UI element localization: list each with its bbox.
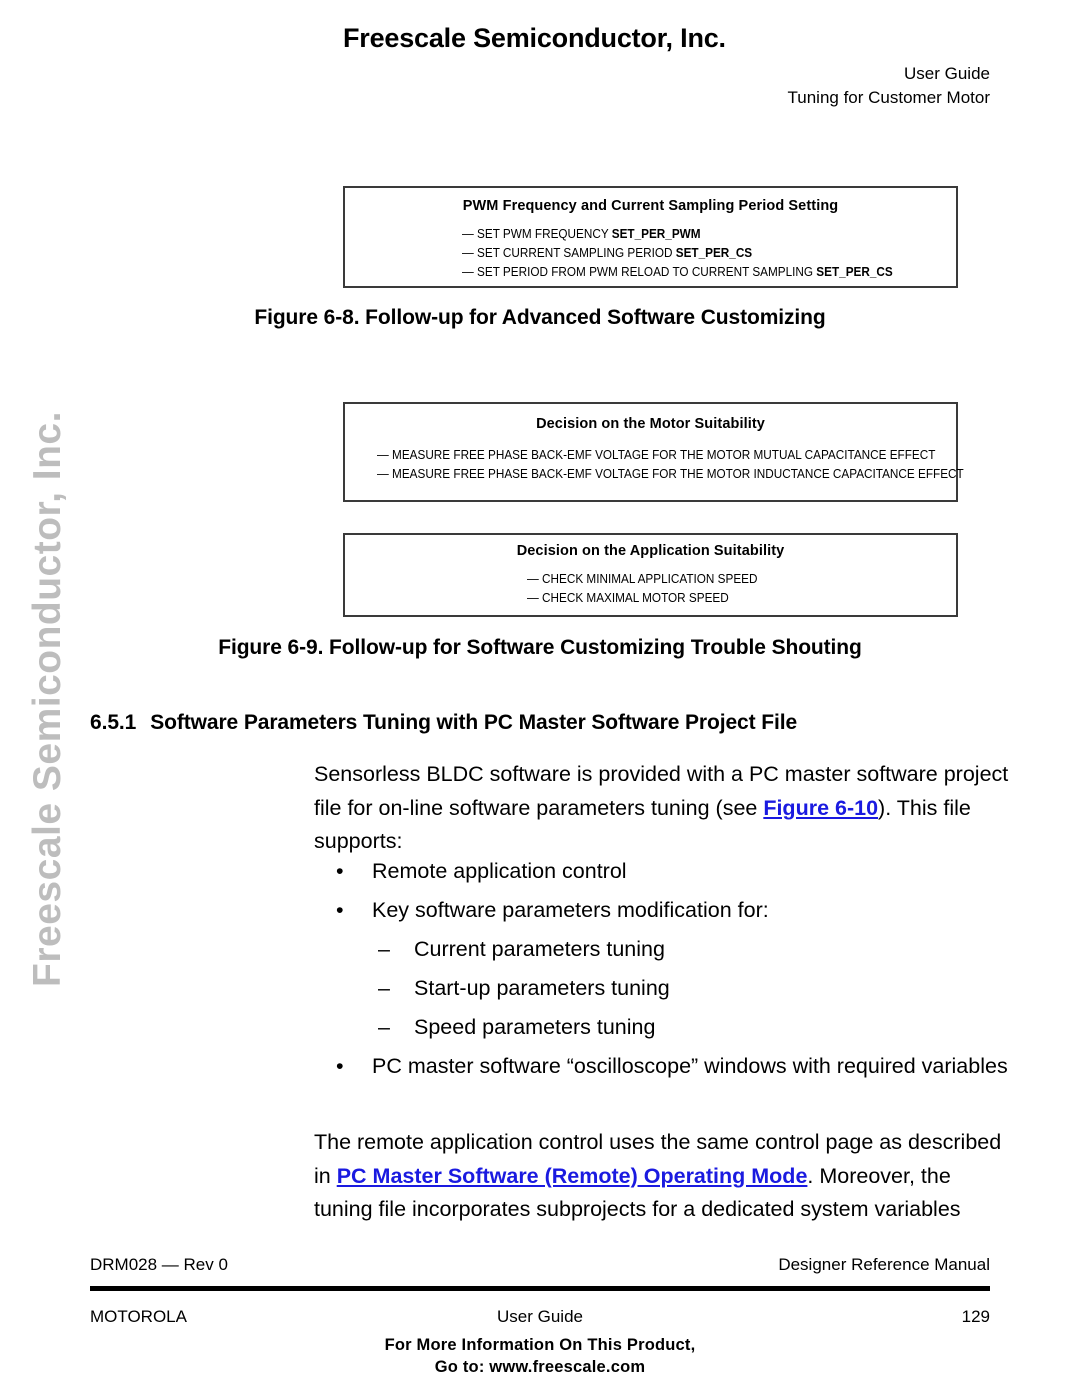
list-item: • PC master software “oscilloscope” wind… <box>314 1050 1034 1083</box>
bullet-dot-icon: • <box>336 1054 344 1078</box>
item-symbol: SET_PER_CS <box>675 246 753 260</box>
list-item: • Key software parameters modification f… <box>314 894 1034 927</box>
footer-bottom-row: MOTOROLA User Guide 129 <box>0 1307 1080 1333</box>
footer-promo-line-2: Go to: www.freescale.com <box>434 1358 646 1376</box>
section-number: 6.5.1 <box>90 711 137 734</box>
feature-bullet-list: • Remote application control • Key softw… <box>314 855 1034 1089</box>
flow-box-title: Decision on the Application Suitability <box>516 543 785 559</box>
bullet-dash-icon: – <box>378 937 390 961</box>
item-text: MEASURE FREE PHASE BACK-EMF VOLTAGE FOR … <box>392 448 936 462</box>
list-item-label: Remote application control <box>372 859 627 883</box>
pc-master-mode-link[interactable]: PC Master Software (Remote) Operating Mo… <box>337 1164 808 1188</box>
item-text: SET PWM FREQUENCY <box>477 227 612 241</box>
item-symbol: SET_PER_PWM <box>611 227 701 241</box>
page-footer: DRM028 — Rev 0 Designer Reference Manual <box>0 1255 1080 1283</box>
list-item: – Speed parameters tuning <box>314 1011 1034 1044</box>
bullet-dot-icon: • <box>336 898 344 922</box>
header-chapter: Tuning for Customer Motor <box>787 88 991 107</box>
flow-box-item: — CHECK MAXIMAL MOTOR SPEED <box>527 589 930 608</box>
flow-box-item: — CHECK MINIMAL APPLICATION SPEED <box>527 570 930 589</box>
item-prefix: — <box>462 246 478 260</box>
section-title: Software Parameters Tuning with PC Maste… <box>150 711 798 734</box>
list-item-label: Key software parameters modification for… <box>372 898 769 922</box>
header-doc-type: User Guide <box>904 64 990 83</box>
item-prefix: — <box>527 591 543 605</box>
paragraph-text: Sensorless BLDC software is provided wit… <box>314 758 1014 859</box>
list-item: • Remote application control <box>314 855 1034 888</box>
section-heading: 6.5.1 Software Parameters Tuning with PC … <box>90 711 797 735</box>
flow-box-item: — SET PWM FREQUENCY SET_PER_PWM <box>462 225 926 244</box>
item-prefix: — <box>462 265 478 279</box>
item-symbol: SET_PER_CS <box>816 265 893 279</box>
paragraph-remote-control: The remote application control uses the … <box>314 1126 1014 1227</box>
flow-box-items: — CHECK MINIMAL APPLICATION SPEED — CHEC… <box>345 570 956 608</box>
item-text: SET CURRENT SAMPLING PERIOD <box>477 246 676 260</box>
footer-promo-line-1: For More Information On This Product, <box>384 1336 696 1354</box>
figure-caption-6-8: Figure 6-8. Follow-up for Advanced Softw… <box>254 306 826 329</box>
flow-box-pwm-frequency: PWM Frequency and Current Sampling Perio… <box>343 186 958 288</box>
flow-box-items: — SET PWM FREQUENCY SET_PER_PWM — SET CU… <box>345 225 956 282</box>
list-item-label: Speed parameters tuning <box>414 1015 656 1039</box>
list-item: – Current parameters tuning <box>314 933 1034 966</box>
side-watermark: Freescale Semiconductor, Inc. <box>0 0 96 1397</box>
side-watermark-text: Freescale Semiconductor, Inc. <box>26 410 69 987</box>
flow-box-application-suitability: Decision on the Application Suitability … <box>343 533 958 617</box>
item-prefix: — <box>377 467 393 481</box>
item-text: SET PERIOD FROM PWM RELOAD TO CURRENT SA… <box>477 265 817 279</box>
flow-box-title: PWM Frequency and Current Sampling Perio… <box>462 198 839 214</box>
item-prefix: — <box>462 227 478 241</box>
flow-box-item: — SET CURRENT SAMPLING PERIOD SET_PER_CS <box>462 244 926 263</box>
bullet-dot-icon: • <box>336 859 344 883</box>
footer-divider <box>90 1286 990 1291</box>
footer-promo-block: For More Information On This Product, Go… <box>0 1334 1080 1378</box>
list-item-label: Current parameters tuning <box>414 937 665 961</box>
bullet-dash-icon: – <box>378 976 390 1000</box>
footer-top-row: DRM028 — Rev 0 Designer Reference Manual <box>0 1255 1080 1283</box>
flow-box-motor-suitability: Decision on the Motor Suitability — MEAS… <box>343 402 964 502</box>
paragraph-intro: Sensorless BLDC software is provided wit… <box>314 758 1014 859</box>
header-title: Freescale Semiconductor, Inc. <box>343 23 726 53</box>
flow-box-title: Decision on the Motor Suitability <box>536 416 765 432</box>
page-header: Freescale Semiconductor, Inc. User Guide… <box>0 0 1080 150</box>
item-text: MEASURE FREE PHASE BACK-EMF VOLTAGE FOR … <box>392 467 964 481</box>
flow-box-item: — SET PERIOD FROM PWM RELOAD TO CURRENT … <box>462 263 926 282</box>
list-item-label: Start-up parameters tuning <box>414 976 670 1000</box>
item-text: CHECK MAXIMAL MOTOR SPEED <box>542 591 729 605</box>
item-prefix: — <box>377 448 393 462</box>
figure-6-10-link[interactable]: Figure 6-10 <box>763 796 878 820</box>
bullet-dash-icon: – <box>378 1015 390 1039</box>
flow-box-item: — MEASURE FREE PHASE BACK-EMF VOLTAGE FO… <box>377 446 935 465</box>
flow-box-item: — MEASURE FREE PHASE BACK-EMF VOLTAGE FO… <box>377 465 964 484</box>
header-subtitle-block: User Guide Tuning for Customer Motor <box>788 62 991 110</box>
figure-caption-6-9: Figure 6-9. Follow-up for Software Custo… <box>218 636 862 659</box>
item-text: CHECK MINIMAL APPLICATION SPEED <box>542 572 758 586</box>
footer-page-number: 129 <box>961 1307 990 1326</box>
list-item: – Start-up parameters tuning <box>314 972 1034 1005</box>
footer-doc-id: DRM028 — Rev 0 <box>90 1255 228 1274</box>
flow-box-items: — MEASURE FREE PHASE BACK-EMF VOLTAGE FO… <box>345 446 964 484</box>
footer-guide-label: User Guide <box>497 1307 583 1326</box>
item-prefix: — <box>527 572 543 586</box>
footer-doc-type: Designer Reference Manual <box>778 1255 990 1274</box>
paragraph-text: The remote application control uses the … <box>314 1126 1014 1227</box>
list-item-label: PC master software “oscilloscope” window… <box>372 1054 1008 1078</box>
